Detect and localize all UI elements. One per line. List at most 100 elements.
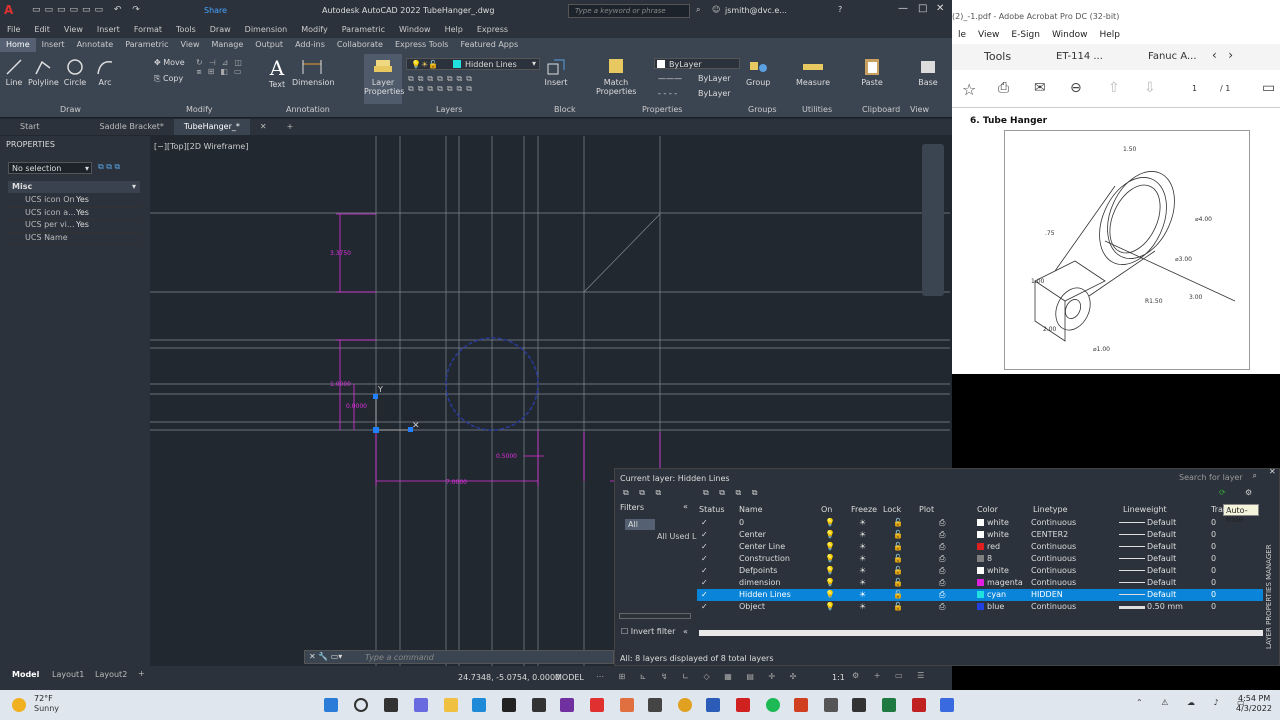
mail-icon[interactable]: ✉: [1034, 80, 1046, 96]
powerpoint-icon[interactable]: [794, 698, 808, 712]
app-icon-4[interactable]: [852, 698, 866, 712]
measure-tool[interactable]: Measure: [796, 56, 830, 87]
layer-tools-icons[interactable]: ⧉⧉⧉⧉⧉⧉⧉ ⧉⧉⧉⧉⧉⧉⧉: [408, 74, 476, 94]
layer-row[interactable]: ✓ Center Line 💡 ☀ 🔓 ⎙ red Continuous Default 0: [697, 541, 1263, 553]
layer-table-scrollbar[interactable]: [699, 630, 1263, 636]
autocad-logo-icon[interactable]: A: [4, 3, 13, 17]
column-header-name[interactable]: Name: [739, 505, 763, 514]
menu-draw[interactable]: Draw: [203, 23, 238, 37]
new-tab-icon[interactable]: +: [277, 119, 304, 135]
panel-clipboard[interactable]: Clipboard: [862, 105, 900, 114]
property-row[interactable]: UCS icon a... Yes: [8, 208, 140, 220]
panel-block[interactable]: Block: [554, 105, 576, 114]
line-tool[interactable]: Line: [4, 58, 24, 87]
acrobat-icon[interactable]: [736, 698, 750, 712]
tab-tools[interactable]: Tools: [984, 50, 1011, 63]
app-icon[interactable]: [620, 698, 634, 712]
base-tool[interactable]: Base: [916, 56, 940, 87]
panel-view[interactable]: View: [910, 105, 929, 114]
menu-express[interactable]: Express: [470, 23, 515, 37]
layer-row[interactable]: ✓ Center 💡 ☀ 🔓 ⎙ white CENTER2 Default 0: [697, 529, 1263, 541]
lineweight-dropdown[interactable]: - - - - ByLayer: [654, 88, 740, 99]
file-explorer-icon[interactable]: [444, 698, 458, 712]
property-row[interactable]: UCS icon On Yes: [8, 195, 140, 208]
tab-fanuc[interactable]: Fanuc A...: [1148, 51, 1197, 62]
annotation-scale[interactable]: 1:1: [832, 673, 845, 682]
property-row[interactable]: UCS Name: [8, 233, 140, 245]
panel-modify[interactable]: Modify: [186, 105, 213, 114]
column-header-color[interactable]: Color: [977, 505, 998, 514]
task-view-icon[interactable]: [384, 698, 398, 712]
menu-tools[interactable]: Tools: [169, 23, 203, 37]
menu-insert[interactable]: Insert: [90, 23, 127, 37]
move-tool[interactable]: ✥ Move: [154, 58, 185, 67]
ribbon-tab-parametric[interactable]: Parametric: [119, 38, 174, 52]
layer-row[interactable]: ✓ Object 💡 ☀ 🔓 ⎙ blue Continuous 0.50 mm 0: [697, 601, 1263, 613]
menu-edit[interactable]: Edit: [27, 23, 57, 37]
amazon-icon[interactable]: [532, 698, 546, 712]
panel-draw[interactable]: Draw: [60, 105, 81, 114]
page-down-icon[interactable]: ⇩: [1144, 80, 1156, 96]
color-dropdown[interactable]: ByLayer: [654, 58, 740, 69]
column-header-status[interactable]: Status: [699, 505, 725, 514]
column-header-lock[interactable]: Lock: [883, 505, 901, 514]
linetype-dropdown[interactable]: ——— ByLayer: [654, 73, 740, 84]
search-icon[interactable]: [354, 698, 368, 712]
refresh-icon[interactable]: ⟳: [1219, 488, 1226, 497]
ribbon-tab-manage[interactable]: Manage: [206, 38, 250, 52]
ribbon-tab-output[interactable]: Output: [249, 38, 289, 52]
acrobat-menu-window[interactable]: Window: [1046, 30, 1094, 40]
acrobat-menu-help[interactable]: Help: [1093, 30, 1126, 40]
minimize-button[interactable]: —: [898, 3, 908, 14]
tab-model[interactable]: Model: [12, 670, 39, 679]
edge-icon[interactable]: [472, 698, 486, 712]
panel-utilities[interactable]: Utilities: [802, 105, 832, 114]
collapse-filters-icon[interactable]: «: [683, 502, 688, 511]
menu-view[interactable]: View: [57, 23, 90, 37]
tab-saddle-bracket[interactable]: Saddle Bracket*: [90, 119, 174, 135]
match-properties-tool[interactable]: Match Properties: [596, 56, 636, 96]
menu-parametric[interactable]: Parametric: [335, 23, 392, 37]
filter-all[interactable]: All: [625, 519, 655, 530]
star-icon[interactable]: ☆: [962, 80, 976, 99]
layer-row[interactable]: ✓ dimension 💡 ☀ 🔓 ⎙ magenta Continuous Default 0: [697, 577, 1263, 589]
close-tab-icon[interactable]: ✕: [250, 119, 277, 135]
layer-properties-button[interactable]: Layer Properties: [364, 54, 404, 104]
column-header-lineweight[interactable]: Lineweight: [1123, 505, 1167, 514]
zoom-out-icon[interactable]: ⊖: [1070, 80, 1082, 96]
weather-temp[interactable]: 72°F: [34, 694, 53, 703]
tab-scroll-arrows[interactable]: ‹ ›: [1212, 48, 1233, 62]
menu-dimension[interactable]: Dimension: [238, 23, 295, 37]
page-number-input[interactable]: 1: [1192, 84, 1197, 93]
close-button[interactable]: ✕: [936, 3, 944, 14]
share-button[interactable]: Share: [204, 6, 227, 15]
layer-row[interactable]: ✓ Defpoints 💡 ☀ 🔓 ⎙ white Continuous Default 0: [697, 565, 1263, 577]
tab-et114[interactable]: ET-114 ...: [1056, 51, 1103, 62]
ribbon-tab-home[interactable]: Home: [0, 38, 36, 52]
weather-sun-icon[interactable]: [12, 698, 26, 712]
excel-icon[interactable]: [882, 698, 896, 712]
panel-properties[interactable]: Properties: [642, 105, 682, 114]
panel-layers[interactable]: Layers: [436, 105, 462, 114]
panel-annotation[interactable]: Annotation: [286, 105, 330, 114]
ribbon-tab-express-tools[interactable]: Express Tools: [389, 38, 455, 52]
teams-icon[interactable]: [414, 698, 428, 712]
help-icon[interactable]: ?: [838, 5, 842, 14]
close-icon[interactable]: ✕: [1269, 467, 1276, 476]
layer-toolbar[interactable]: ⧉ ⧉ ⧉ ⧉: [703, 488, 761, 498]
menu-format[interactable]: Format: [127, 23, 169, 37]
menu-help[interactable]: Help: [438, 23, 470, 37]
ribbon-tab-featured-apps[interactable]: Featured Apps: [454, 38, 524, 52]
user-account[interactable]: jsmith@dvc.e...: [725, 6, 787, 15]
column-header-plot[interactable]: Plot: [919, 505, 934, 514]
quick-access-toolbar[interactable]: ▭▭▭▭▭▭ ↶ ↷: [32, 5, 144, 15]
acrobat-menu-view[interactable]: View: [972, 30, 1005, 40]
arc-tool[interactable]: Arc: [94, 58, 116, 87]
layer-row[interactable]: ✓ Hidden Lines 💡 ☀ 🔓 ⎙ cyan HIDDEN Default 0: [697, 589, 1263, 601]
column-header-freeze[interactable]: Freeze: [851, 505, 877, 514]
help-search-input[interactable]: Type a keyword or phrase: [568, 4, 690, 18]
tab-layout2[interactable]: Layout2: [95, 670, 127, 679]
copy-tool[interactable]: ⎘ Copy: [154, 74, 183, 84]
filters-scrollbar[interactable]: [619, 613, 691, 619]
navigation-bar[interactable]: [922, 144, 944, 296]
